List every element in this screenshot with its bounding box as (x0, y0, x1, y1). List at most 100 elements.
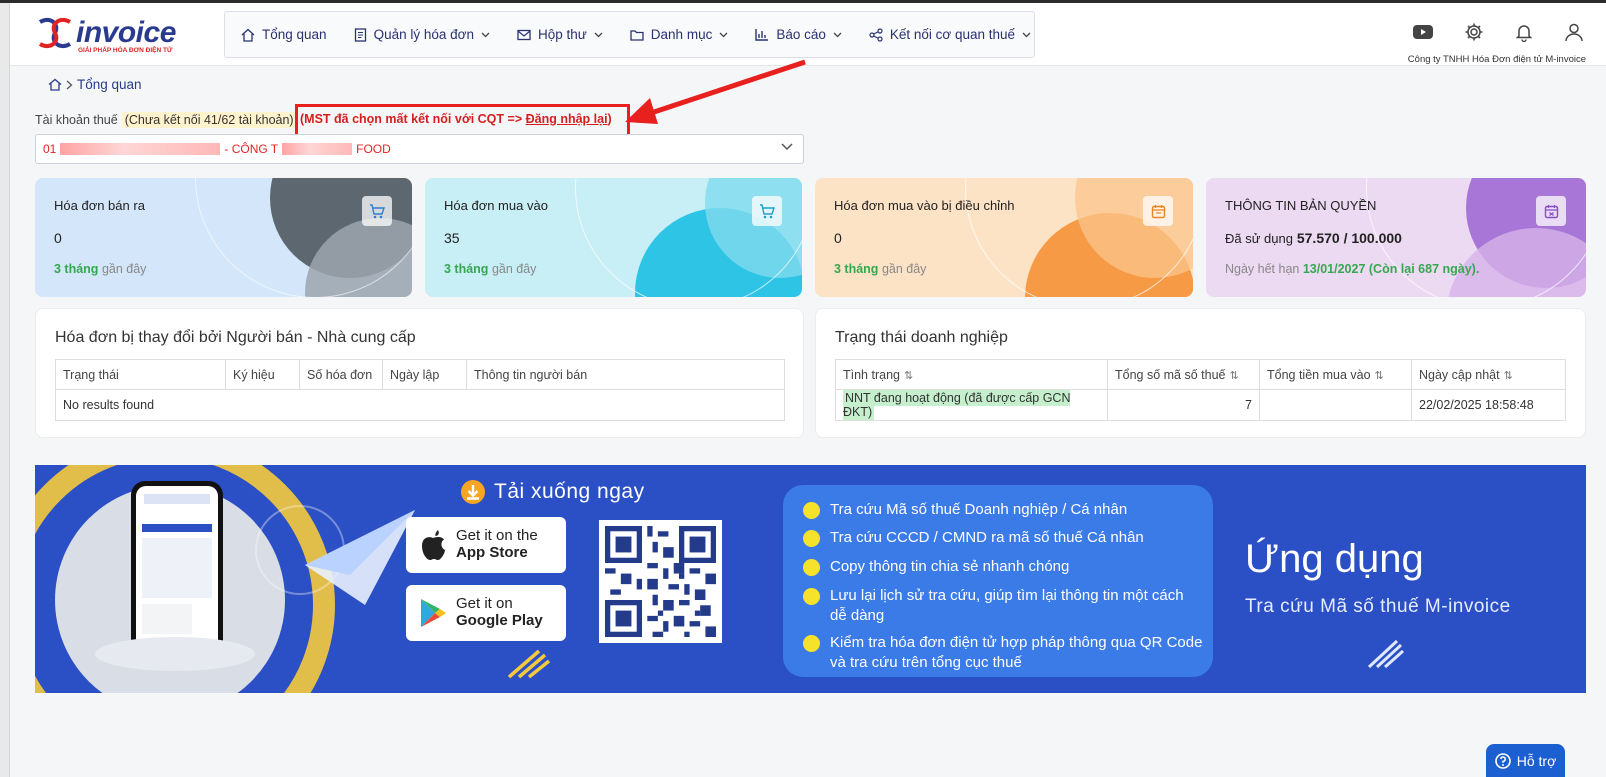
bullet-icon (803, 635, 820, 652)
user-icon[interactable] (1564, 22, 1584, 42)
phone-pedestal (95, 637, 255, 671)
relogin-link[interactable]: Đăng nhập lại (526, 112, 608, 126)
card-icon-box (362, 196, 392, 226)
card-icon-box (1536, 196, 1566, 226)
tax-account-select[interactable]: 01 - CÔNG T FOOD (35, 134, 804, 164)
nav-catalog[interactable]: Danh mục (630, 27, 729, 42)
chevron-decor-icon (1367, 639, 1404, 669)
table-header-row: Tình trạng ⇅ Tổng số mã số thuế ⇅ Tổng tiề… (835, 359, 1566, 390)
phone-detail-area (142, 604, 192, 634)
column-header[interactable]: Tổng số mã số thuế ⇅ (1107, 359, 1260, 390)
card-subtitle: 3 tháng gần đây (444, 262, 536, 276)
google-play-button[interactable]: Get it on Google Play (406, 585, 566, 641)
card-period: 3 tháng (834, 262, 879, 276)
nav-label: Kết nối cơ quan thuế (889, 27, 1016, 42)
chevron-right-icon (66, 80, 73, 89)
app-store-big: App Store (456, 544, 528, 561)
sort-icon: ⇅ (1503, 369, 1513, 382)
license-usage-value: 57.570 / 100.000 (1296, 230, 1402, 246)
nav-label: Danh mục (650, 27, 713, 42)
breadcrumb-current[interactable]: Tổng quan (77, 77, 142, 92)
logo-wordmark: invoice (76, 16, 176, 49)
changed-invoices-table: Trạng thái Ký hiệu Số hóa đơn Ngày lập T… (55, 359, 785, 421)
nav-label: Báo cáo (776, 27, 826, 42)
bullet-icon (803, 588, 820, 605)
feature-item: Tra cứu Mã số thuế Doanh nghiệp / Cá nhâ… (803, 500, 1203, 520)
card-adjusted-purchase-invoices[interactable]: Hóa đơn mua vào bị điều chỉnh 0 3 tháng … (815, 178, 1193, 297)
youtube-icon[interactable] (1412, 24, 1434, 40)
license-usage: Đã sử dụng 57.570 / 100.000 (1225, 230, 1402, 246)
bullet-icon (803, 502, 820, 519)
header-actions (1412, 22, 1584, 42)
license-expiry-label: Ngày hết hạn (1225, 262, 1300, 276)
qr-code (599, 520, 722, 643)
feature-item: Copy thông tin chia sẻ nhanh chóng (803, 557, 1203, 577)
column-header[interactable]: Ngày lập (382, 359, 467, 390)
card-icon-box (1143, 196, 1173, 226)
card-title: Hóa đơn mua vào (444, 198, 548, 213)
sort-icon: ⇅ (903, 369, 914, 382)
bell-icon[interactable] (1514, 22, 1534, 42)
chevron-down-icon (594, 32, 603, 37)
logo[interactable]: invoice GIẢI PHÁP HÓA ĐƠN ĐIỆN TỬ (36, 14, 186, 54)
gear-icon[interactable] (1464, 22, 1484, 42)
card-purchase-invoices[interactable]: Hóa đơn mua vào 35 3 tháng gần đây (425, 178, 802, 297)
home-icon[interactable] (48, 78, 62, 91)
business-status-table: Tình trạng ⇅ Tổng số mã số thuế ⇅ Tổng tiề… (835, 359, 1566, 421)
card-sales-invoices[interactable]: Hóa đơn bán ra 0 3 tháng gần đây (35, 178, 412, 297)
nav-invoice-management[interactable]: Quản lý hóa đơn (354, 27, 490, 42)
card-value: 0 (54, 230, 62, 246)
features-box: Tra cứu Mã số thuế Doanh nghiệp / Cá nhâ… (783, 485, 1213, 677)
nav-label: Hộp thư (537, 27, 587, 42)
chevron-decor-icon (507, 649, 551, 679)
card-value: 0 (834, 230, 842, 246)
table-header-row: Trạng thái Ký hiệu Số hóa đơn Ngày lập T… (55, 359, 785, 390)
feature-item: Kiểm tra hóa đơn điện tử hợp pháp thông … (803, 633, 1203, 673)
card-period: 3 tháng (54, 262, 99, 276)
chevron-down-icon (781, 143, 793, 151)
cart-icon (370, 203, 385, 218)
cell-status: NNT đang hoạt động (đã được cấp GCN ĐKT) (835, 389, 1108, 421)
license-expiry: Ngày hết hạn 13/01/2027 (Còn lại 687 ngà… (1225, 262, 1479, 276)
warning-close-paren: ) (607, 112, 612, 126)
license-expiry-value: 13/01/2027 (Còn lại 687 ngày). (1302, 262, 1480, 276)
nav-tax-connection[interactable]: Kết nối cơ quan thuế (869, 27, 1031, 42)
chevron-down-icon (1022, 32, 1031, 37)
feature-text: Lưu lại lịch sử tra cứu, giúp tìm lại th… (830, 587, 1184, 624)
status-highlight: NNT đang hoạt động (đã được cấp GCN ĐKT) (843, 390, 1071, 420)
card-subtitle: 3 tháng gần đây (54, 262, 146, 276)
column-label: Ngày cập nhật (1419, 367, 1500, 382)
column-header[interactable]: Tổng tiền mua vào ⇅ (1259, 359, 1412, 390)
support-label: Hỗ trợ (1516, 752, 1557, 769)
home-icon (241, 28, 255, 42)
main-nav: Tổng quan Quản lý hóa đơn Hộp thư Danh m… (224, 11, 1035, 58)
google-play-small: Get it on (456, 595, 513, 612)
column-header[interactable]: Trạng thái (55, 359, 226, 390)
card-license-info[interactable]: THÔNG TIN BẢN QUYỀN Đã sử dụng 57.570 / … (1206, 178, 1586, 297)
support-button[interactable]: Hỗ trợ (1486, 744, 1565, 777)
document-icon (354, 27, 366, 42)
card-title: Hóa đơn mua vào bị điều chỉnh (834, 198, 1015, 213)
table-row[interactable]: NNT đang hoạt động (đã được cấp GCN ĐKT)… (835, 389, 1566, 421)
app-promo-banner[interactable]: Tải xuống ngay Get it on the App Store G… (35, 465, 1586, 693)
nav-overview[interactable]: Tổng quan (241, 27, 327, 42)
column-header[interactable]: Ngày cập nhật ⇅ (1411, 359, 1566, 390)
app-store-button[interactable]: Get it on the App Store (406, 517, 566, 573)
column-header[interactable]: Tình trạng ⇅ (835, 359, 1108, 390)
calendar-icon (1151, 204, 1165, 218)
chevron-down-icon (719, 32, 728, 37)
nav-reports[interactable]: Báo cáo (755, 27, 842, 42)
column-header[interactable]: Số hóa đơn (299, 359, 383, 390)
cell-updated: 22/02/2025 18:58:48 (1411, 389, 1566, 421)
card-subtitle: 3 tháng gần đây (834, 262, 926, 276)
redacted-area (282, 143, 353, 155)
disconnect-warning: (MST đã chọn mất kết nối với CQT => Đăng… (300, 112, 612, 126)
cell-count: 7 (1107, 389, 1260, 421)
select-value-mid: - CÔNG T (224, 142, 279, 156)
tax-connection-status: (Chưa kết nối 41/62 tài khoản) (121, 112, 297, 128)
nav-mailbox[interactable]: Hộp thư (517, 27, 603, 42)
column-header[interactable]: Thông tin người bán (466, 359, 785, 390)
table-row: No results found (55, 389, 785, 421)
select-value-prefix: 01 (43, 142, 57, 156)
column-header[interactable]: Ký hiệu (225, 359, 300, 390)
